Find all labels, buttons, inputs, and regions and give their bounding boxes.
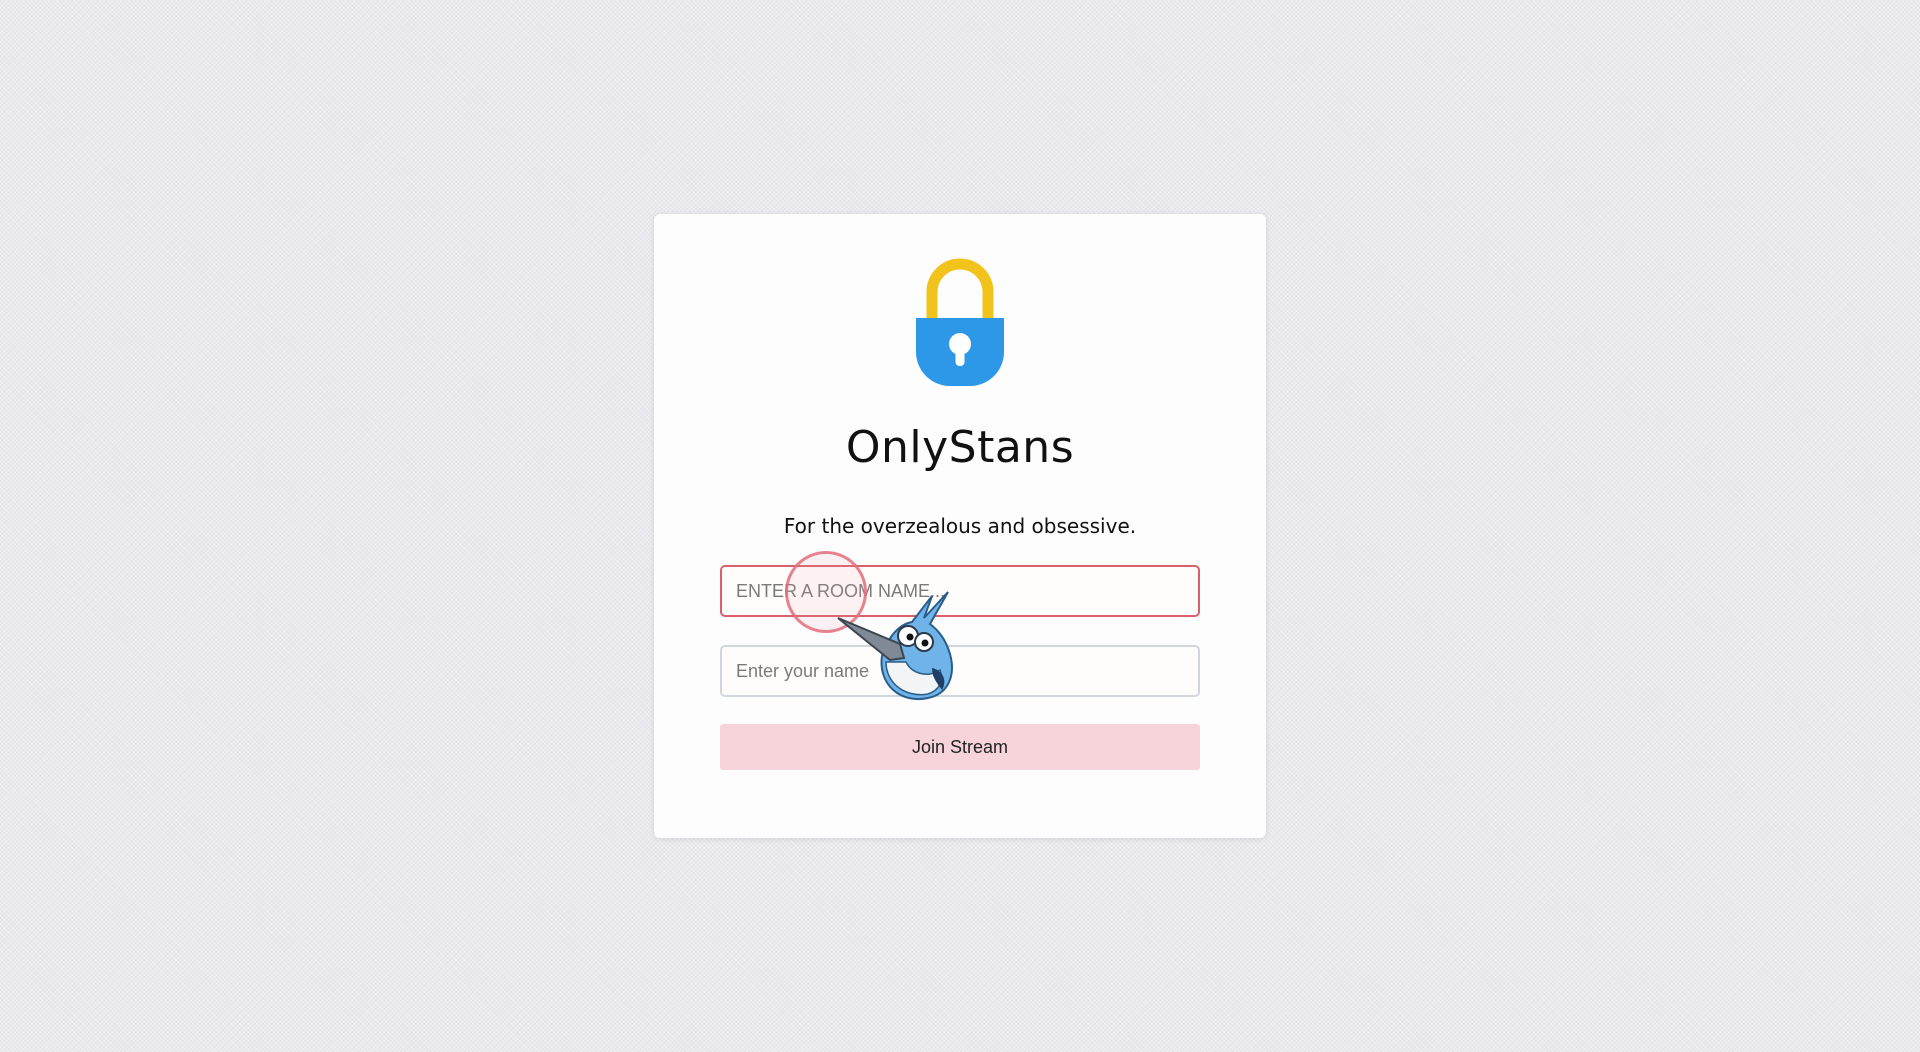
login-card: OnlyStans For the overzealous and obsess… — [654, 214, 1266, 838]
room-name-input[interactable] — [720, 565, 1200, 617]
padlock-icon — [912, 256, 1008, 386]
app-title: OnlyStans — [845, 422, 1075, 473]
user-name-input[interactable] — [720, 645, 1200, 697]
join-stream-button[interactable]: Join Stream — [720, 724, 1200, 770]
app-tagline: For the overzealous and obsessive. — [783, 514, 1137, 538]
